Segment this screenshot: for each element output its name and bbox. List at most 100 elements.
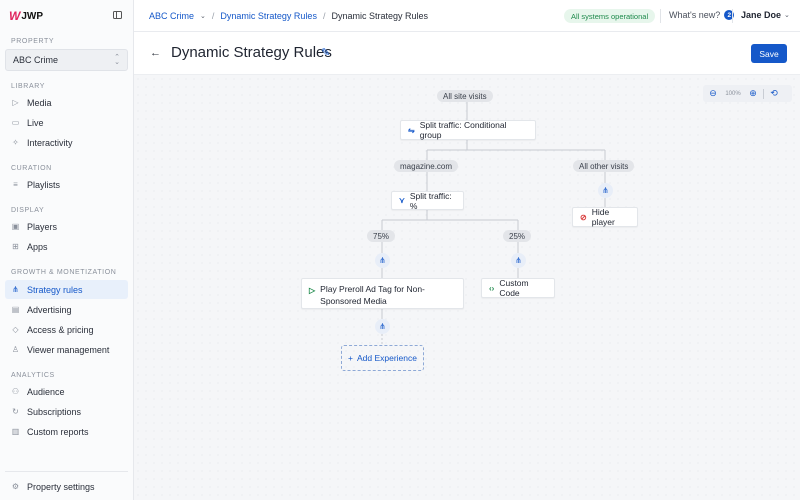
sidebar-item-label: Strategy rules (27, 284, 83, 295)
sidebar-item-label: Audience (27, 386, 65, 397)
sidebar-item-interactivity[interactable]: ✧ Interactivity (5, 133, 128, 152)
breadcrumb-section[interactable]: Dynamic Strategy Rules (220, 11, 317, 21)
advertising-icon: ▤ (11, 305, 20, 314)
zoom-level: 100% (725, 90, 741, 97)
sidebar-item-label: Access & pricing (27, 324, 94, 335)
sidebar-item-subscriptions[interactable]: ↻ Subscriptions (5, 402, 128, 421)
plus-icon: + (348, 353, 353, 363)
sidebar-item-label: Live (27, 117, 44, 128)
node-label: Play Preroll Ad Tag for Non-Sponsored Me… (320, 284, 425, 306)
sidebar-item-viewer-management[interactable]: ♙ Viewer management (5, 340, 128, 359)
root-node-all-site-visits[interactable]: All site visits (437, 90, 493, 102)
status-badge[interactable]: All systems operational (564, 9, 656, 23)
add-experience-button[interactable]: + Add Experience (341, 345, 424, 371)
breadcrumb-separator: / (322, 11, 326, 21)
chevron-down-icon[interactable]: ⌄ (200, 12, 206, 20)
user-menu[interactable]: Jane Doe ⌄ (741, 10, 790, 20)
section-label-curation: CURATION (11, 165, 52, 172)
sidebar-item-apps[interactable]: ⊞ Apps (5, 237, 128, 256)
whats-new-label: What's new? (669, 10, 721, 20)
node-custom-code[interactable]: ‹› Custom Code (481, 278, 555, 298)
sidebar-item-label: Media (27, 97, 52, 108)
branch-magazine-com[interactable]: magazine.com (394, 160, 459, 172)
zoom-divider (763, 88, 764, 99)
report-icon: ▥ (11, 427, 20, 436)
code-icon: ‹› (489, 283, 495, 293)
branch-25-percent[interactable]: 25% (503, 230, 532, 242)
user-name: Jane Doe (741, 10, 782, 20)
sidebar-item-media[interactable]: ▷ Media (5, 93, 128, 112)
section-label-display: DISPLAY (11, 207, 45, 214)
split-branch-icon[interactable]: ⋔ (375, 253, 390, 268)
node-label: Custom Code (499, 278, 529, 298)
sidebar-item-property-settings[interactable]: ⚙ Property settings (5, 477, 128, 496)
sidebar-item-live[interactable]: ▭ Live (5, 113, 128, 132)
zoom-in-icon[interactable]: ⊕ (747, 88, 759, 99)
node-play-preroll-ad[interactable]: ▷ Play Preroll Ad Tag for Non-Sponsored … (301, 278, 464, 309)
section-label-analytics: ANALYTICS (11, 372, 55, 379)
top-bar: ABC Crime ⌄ / Dynamic Strategy Rules / D… (134, 0, 800, 32)
property-select[interactable]: ABC Crime ⌃ ⌄ (5, 49, 128, 71)
add-experience-label: Add Experience (356, 353, 417, 363)
sidebar-item-audience[interactable]: ⚇ Audience (5, 382, 128, 401)
select-arrows-icon: ⌃ ⌄ (114, 54, 120, 66)
refresh-icon: ↻ (12, 407, 19, 416)
node-hide-player[interactable]: ⊘ Hide player (572, 207, 638, 227)
hide-player-icon: ⊘ (580, 212, 587, 222)
branch-all-other-visits[interactable]: All other visits (573, 160, 635, 172)
sidebar-item-label: Property settings (27, 481, 95, 492)
branch-75-percent[interactable]: 75% (367, 230, 396, 242)
audience-icon: ⚇ (11, 387, 20, 396)
node-label: Split traffic: Conditional group (419, 120, 507, 140)
zoom-out-icon[interactable]: ⊖ (707, 88, 719, 99)
zoom-controls: ⊖ 100% ⊕ ⟲ (703, 85, 792, 102)
breadcrumb-current: Dynamic Strategy Rules (331, 11, 429, 21)
edit-pencil-icon[interactable]: ✎ (321, 46, 330, 59)
header-divider (660, 9, 661, 23)
node-label: Hide player (591, 207, 615, 227)
sidebar-item-custom-reports[interactable]: ▥ Custom reports (5, 422, 128, 441)
sidebar-item-label: Playlists (27, 179, 61, 190)
jwp-logo[interactable]: W JWP (9, 9, 43, 23)
sidebar-item-advertising[interactable]: ▤ Advertising (5, 300, 128, 319)
split-branch-icon[interactable]: ⋔ (598, 183, 613, 198)
jwp-logo-mark: W (9, 9, 20, 23)
sidebar-item-label: Subscriptions (27, 406, 82, 417)
sparkle-icon: ✧ (12, 138, 19, 147)
sidebar-item-label: Players (27, 221, 58, 232)
sidebar-item-strategy-rules[interactable]: ⋔ Strategy rules (5, 280, 128, 299)
sidebar-item-access-pricing[interactable]: ◇ Access & pricing (5, 320, 128, 339)
sidebar-item-players[interactable]: ▣ Players (5, 217, 128, 236)
sidebar-item-playlists[interactable]: ≡ Playlists (5, 175, 128, 194)
node-split-percent[interactable]: ⋎ Split traffic: % (391, 190, 464, 211)
sidebar: W JWP PROPERTY ABC Crime ⌃ ⌄ LIBRARY ▷ Me… (0, 0, 134, 500)
split-arrows-icon: ⇋ (408, 125, 415, 135)
play-ad-icon: ▷ (309, 286, 316, 295)
sidebar-item-label: Apps (27, 241, 48, 252)
section-label-growth: GROWTH & MONETIZATION (11, 269, 117, 276)
back-arrow-icon[interactable]: ← (150, 47, 161, 59)
player-icon: ▣ (11, 222, 20, 231)
split-branch-icon[interactable]: ⋔ (375, 319, 390, 334)
user-icon: ♙ (11, 345, 20, 354)
split-branch-icon[interactable]: ⋔ (511, 253, 526, 268)
node-split-conditional-group[interactable]: ⇋ Split traffic: Conditional group (400, 120, 536, 140)
node-label: Split traffic: % (409, 190, 452, 211)
sidebar-collapse-icon[interactable] (113, 11, 122, 19)
save-button[interactable]: Save (751, 44, 787, 63)
jwp-logo-text: JWP (21, 10, 43, 22)
header-divider (732, 9, 733, 23)
breadcrumb-property[interactable]: ABC Crime (149, 11, 194, 21)
live-camera-icon: ▭ (11, 118, 20, 127)
whats-new-button[interactable]: What's new? 2 (669, 10, 735, 20)
strategy-canvas[interactable]: ⊖ 100% ⊕ ⟲ All site visits ⇋ Split traff… (134, 75, 800, 500)
sidebar-item-label: Advertising (27, 304, 72, 315)
sidebar-item-label: Custom reports (27, 426, 89, 437)
sidebar-item-label: Interactivity (27, 137, 73, 148)
section-label-library: LIBRARY (11, 83, 46, 90)
gear-icon: ⚙ (11, 482, 20, 491)
property-section-label: PROPERTY (11, 38, 55, 45)
playlist-icon: ≡ (13, 180, 18, 189)
page-title: Dynamic Strategy Rules (171, 44, 332, 61)
fit-view-icon[interactable]: ⟲ (768, 88, 780, 99)
